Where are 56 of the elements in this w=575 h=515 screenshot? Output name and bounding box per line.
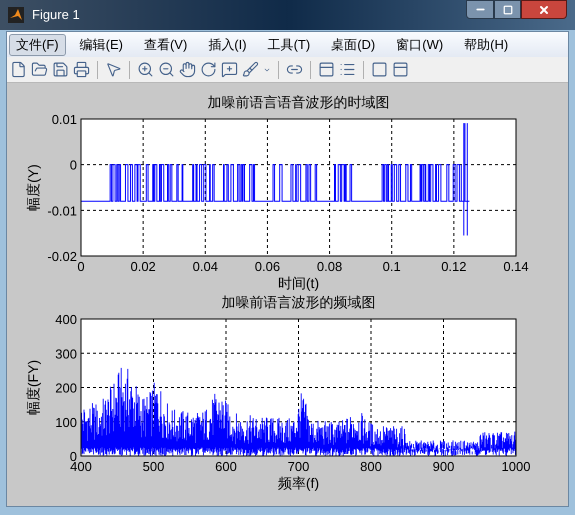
axis-label: 频率(f): [278, 475, 320, 491]
legend-icon[interactable]: [339, 61, 356, 78]
app-logo-icon: [8, 7, 24, 23]
tick-label: 0.14: [503, 259, 529, 274]
menu-item[interactable]: 查看(V): [136, 34, 194, 56]
zoom-in-icon[interactable]: [137, 61, 154, 78]
plot-title: 加噪前语言波形的频域图: [222, 294, 376, 310]
pointer-icon[interactable]: [105, 61, 122, 78]
maximize-button[interactable]: [494, 0, 521, 19]
tick-label: 300: [55, 346, 77, 362]
tick-label: 0.1: [382, 259, 401, 274]
rotate-icon[interactable]: [200, 61, 217, 78]
tick-label: -0.02: [47, 249, 77, 264]
printer-icon[interactable]: [73, 61, 90, 78]
tick-label: 700: [288, 459, 310, 474]
hand-icon[interactable]: [179, 61, 196, 78]
tick-label: 0: [77, 259, 85, 274]
tick-label: 0: [70, 158, 77, 173]
window-icon[interactable]: [392, 61, 409, 78]
tick-label: 500: [142, 459, 164, 474]
tick-label: 200: [55, 380, 77, 396]
menu-item[interactable]: 编辑(E): [72, 34, 130, 56]
axis-label: 幅度(FY): [25, 360, 41, 416]
axis-label: 时间(t): [278, 275, 320, 291]
tick-label: 600: [215, 459, 237, 474]
tick-label: 100: [55, 414, 77, 430]
plot-title: 加噪前语言语音波形的时域图: [208, 94, 390, 110]
save-icon[interactable]: [52, 61, 69, 78]
menu-item[interactable]: 窗口(W): [389, 34, 450, 56]
menu-item[interactable]: 插入(I): [201, 34, 254, 56]
menu-item[interactable]: 桌面(D): [324, 34, 382, 56]
tick-label: 0.04: [192, 259, 218, 274]
tick-label: 400: [55, 312, 77, 327]
menu-item[interactable]: 文件(F): [9, 34, 66, 56]
folder-icon[interactable]: [31, 61, 48, 78]
menu-item[interactable]: 帮助(H): [457, 34, 516, 56]
axis-label: 幅度(Y): [25, 164, 41, 211]
close-button[interactable]: [521, 0, 567, 19]
square-icon[interactable]: [371, 61, 388, 78]
tick-label: 0.06: [254, 259, 280, 274]
tick-label: 900: [432, 459, 454, 474]
minimize-button[interactable]: [466, 0, 494, 19]
tick-label: 1000: [502, 459, 530, 474]
tick-label: 0.02: [130, 259, 156, 274]
tick-label: 800: [360, 459, 382, 474]
tick-label: 0.01: [52, 112, 77, 127]
tick-label: -0.01: [47, 203, 77, 218]
brush-icon[interactable]: [242, 61, 259, 78]
window-title: Figure 1: [32, 6, 80, 24]
tick-label: 0.08: [316, 259, 342, 274]
zoom-out-icon[interactable]: [158, 61, 175, 78]
maximize-icon: [502, 4, 512, 14]
tick-label: 0.12: [441, 259, 467, 274]
new-file-icon[interactable]: [10, 61, 27, 78]
menu-item[interactable]: 工具(T): [260, 34, 318, 56]
close-icon: [538, 4, 550, 16]
